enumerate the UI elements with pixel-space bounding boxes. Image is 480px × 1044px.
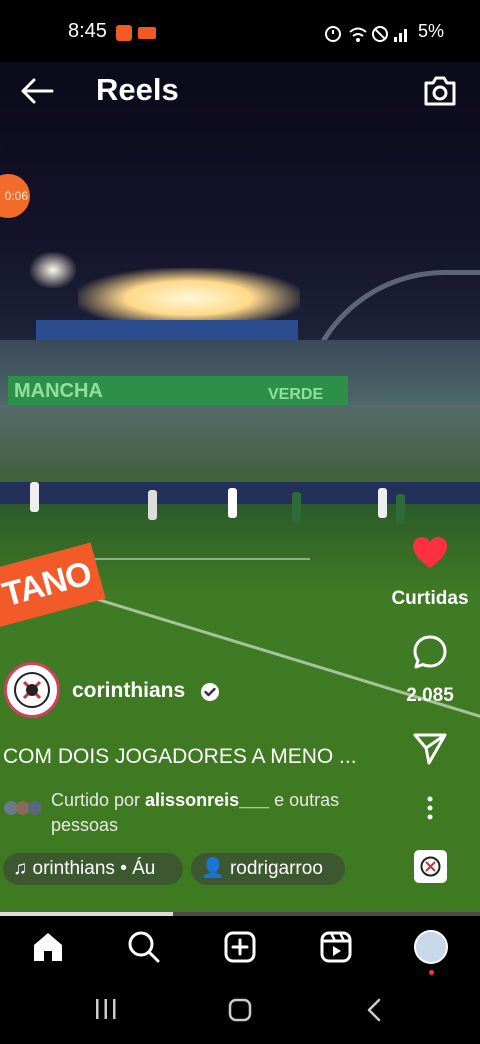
- stadium-lights: [78, 268, 300, 328]
- stadium-light: [30, 252, 76, 288]
- tagged-user-pill[interactable]: 👤 rodrigarroo: [191, 853, 345, 885]
- notification-dot: [429, 970, 434, 975]
- banner-text-2: VERDE: [268, 386, 324, 403]
- status-time: 8:45: [68, 20, 107, 42]
- pitch-line-2: [90, 558, 310, 560]
- like-heart-shape: [413, 537, 447, 568]
- audio-thumbnail[interactable]: [414, 850, 447, 883]
- wifi-icon: [349, 27, 367, 42]
- audio-pill[interactable]: ♫ orinthians • Áu: [3, 853, 183, 885]
- status-bar: 8:45 5%: [0, 0, 480, 62]
- profile-avatar[interactable]: [414, 930, 448, 964]
- liked-by-text[interactable]: Curtido por alissonreis___ e outras pess…: [51, 788, 391, 838]
- music-note-icon: ♫: [13, 858, 28, 879]
- corinthians-crest-icon: [420, 856, 441, 877]
- more-options-icon[interactable]: [425, 796, 435, 820]
- player: [148, 490, 157, 520]
- ad-board: [0, 482, 480, 504]
- status-icons: [325, 26, 407, 42]
- do-not-disturb-icon: [372, 26, 388, 42]
- caption[interactable]: COM DOIS JOGADORES A MENO ...: [3, 745, 383, 769]
- recents-icon[interactable]: [94, 998, 118, 1020]
- tagged-user: rodrigarroo: [229, 858, 323, 879]
- back-arrow-icon[interactable]: [20, 76, 54, 106]
- liked-user[interactable]: alissonreis___: [145, 790, 269, 810]
- battery-level: 5%: [418, 21, 445, 41]
- verified-badge-icon: [201, 683, 219, 701]
- signal-icon: [394, 29, 407, 42]
- heart-icon[interactable]: [412, 536, 448, 570]
- alarm-icon: [325, 26, 341, 42]
- camera-icon[interactable]: [422, 74, 458, 108]
- comment-icon[interactable]: [412, 634, 448, 670]
- liked-by-avatars: [4, 801, 42, 815]
- home-circle-icon[interactable]: [228, 998, 252, 1022]
- video-recorder-icon: [138, 27, 156, 39]
- reels-icon[interactable]: [319, 930, 353, 964]
- stands-banner: MANCHA VERDE: [8, 376, 348, 406]
- banner-text: MANCHA: [14, 380, 103, 402]
- username[interactable]: corinthians: [72, 679, 185, 703]
- search-icon[interactable]: [127, 930, 161, 964]
- home-icon[interactable]: [31, 930, 65, 964]
- person-icon: 👤: [201, 858, 225, 879]
- audio-label: orinthians • Áu: [32, 858, 156, 879]
- corinthians-logo-icon: [14, 672, 50, 708]
- liked-prefix: Curtido por: [51, 790, 146, 810]
- comment-count[interactable]: 2.085: [392, 685, 468, 707]
- avatar[interactable]: [4, 662, 60, 718]
- player: [292, 492, 301, 522]
- player: [396, 494, 405, 524]
- like-label[interactable]: Curtidas: [390, 588, 470, 610]
- create-icon[interactable]: [223, 930, 257, 964]
- back-chevron-icon[interactable]: [366, 998, 382, 1022]
- player: [378, 488, 387, 518]
- share-icon[interactable]: [412, 732, 448, 766]
- page-title: Reels: [96, 72, 179, 107]
- player: [30, 482, 39, 512]
- player: [228, 488, 237, 518]
- app-notification-icon: [116, 25, 132, 41]
